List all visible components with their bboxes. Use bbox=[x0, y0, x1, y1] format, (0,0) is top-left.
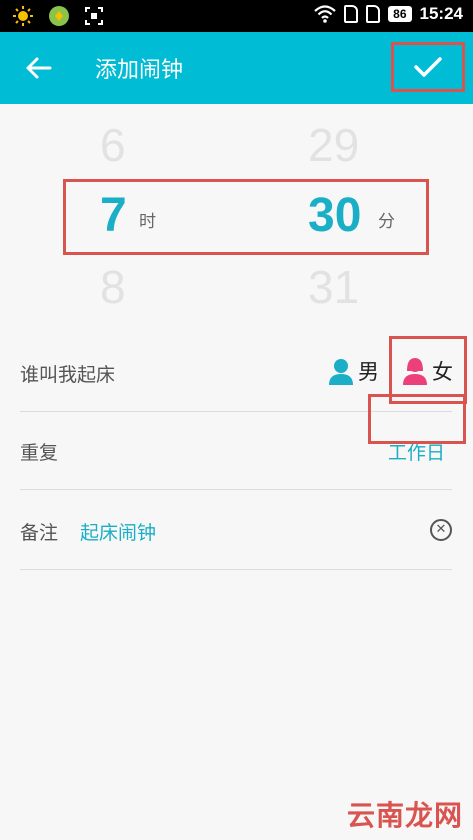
sim-card-2-icon bbox=[366, 5, 381, 23]
checkmark-icon bbox=[414, 57, 442, 77]
repeat-label: 重复 bbox=[20, 442, 59, 464]
divider bbox=[20, 569, 452, 570]
male-option-label: 男 bbox=[358, 360, 379, 384]
sim-card-1-icon bbox=[344, 5, 359, 23]
hour-prev[interactable]: 6 bbox=[100, 118, 126, 172]
screenshot-icon bbox=[85, 7, 103, 25]
app-notification-icon bbox=[49, 6, 69, 26]
minute-prev[interactable]: 29 bbox=[308, 118, 359, 172]
selection-highlight-box bbox=[63, 179, 429, 255]
clear-icon[interactable]: ✕ bbox=[430, 519, 452, 541]
time-picker: 6 29 7 时 30 分 8 31 bbox=[0, 104, 473, 334]
page-title: 添加闹钟 bbox=[95, 58, 184, 83]
minute-next[interactable]: 31 bbox=[308, 260, 359, 314]
weather-sun-icon bbox=[13, 6, 33, 26]
watermark: 云南龙网 bbox=[346, 799, 463, 832]
app-bar: 添加闹钟 bbox=[0, 32, 473, 104]
repeat-highlight-box bbox=[368, 394, 466, 444]
back-arrow-icon[interactable] bbox=[22, 52, 54, 84]
male-option[interactable]: 男 bbox=[328, 356, 379, 386]
clock: 15:24 bbox=[419, 4, 463, 23]
repeat-row[interactable]: 重复 工作日 bbox=[20, 394, 466, 490]
wake-by-label: 谁叫我起床 bbox=[20, 364, 116, 386]
hour-next[interactable]: 8 bbox=[100, 260, 126, 314]
wifi-icon bbox=[314, 5, 336, 23]
note-row: 备注 起床闹钟 ✕ bbox=[20, 490, 452, 570]
male-avatar-icon bbox=[329, 359, 353, 385]
note-label: 备注 bbox=[20, 522, 59, 544]
note-input[interactable]: 起床闹钟 bbox=[80, 518, 156, 545]
confirm-button[interactable] bbox=[391, 42, 465, 92]
battery-level: 86 bbox=[388, 6, 412, 22]
status-bar: 86 15:24 bbox=[0, 0, 473, 32]
